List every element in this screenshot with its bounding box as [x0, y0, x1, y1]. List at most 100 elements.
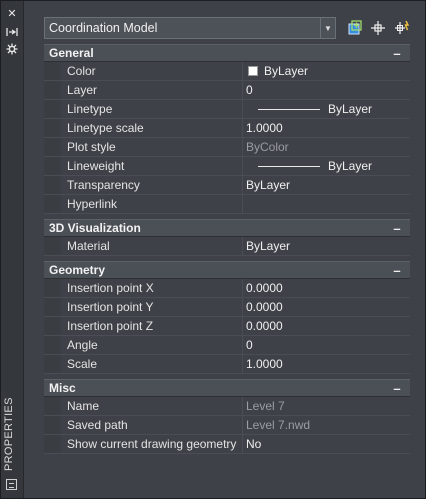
- property-value-text: ByColor: [246, 140, 289, 154]
- property-name: Material: [61, 237, 243, 255]
- row-gutter: [44, 237, 61, 255]
- property-value-text: 0.0000: [246, 319, 283, 333]
- row-gutter: [44, 100, 61, 118]
- property-row[interactable]: Plot style ByColor: [44, 138, 410, 157]
- toggle-pickadd-icon[interactable]: [392, 18, 412, 38]
- property-row[interactable]: Lineweight ByLayer: [44, 157, 410, 176]
- property-value-text: 1.0000: [246, 357, 283, 371]
- collapse-icon[interactable]: –: [390, 46, 404, 61]
- property-name: Insertion point Y: [61, 298, 243, 316]
- collapse-icon[interactable]: –: [390, 263, 404, 278]
- property-name: Scale: [61, 355, 243, 373]
- property-value-text: ByLayer: [246, 239, 291, 253]
- property-value[interactable]: 0: [243, 336, 410, 354]
- palette-title-bar[interactable]: ✕ PROPERTIES: [1, 1, 24, 498]
- property-value[interactable]: 0.0000: [243, 298, 410, 316]
- section-header[interactable]: General –: [44, 44, 410, 62]
- row-gutter: [44, 279, 61, 297]
- property-value[interactable]: 0.0000: [243, 317, 410, 335]
- row-gutter: [44, 119, 61, 137]
- property-value-text: No: [246, 437, 262, 451]
- property-name: Plot style: [61, 138, 243, 156]
- property-row[interactable]: Insertion point X 0.0000: [44, 279, 410, 298]
- property-row[interactable]: Layer 0: [44, 81, 410, 100]
- property-row[interactable]: Angle 0: [44, 336, 410, 355]
- section-header[interactable]: Misc –: [44, 379, 410, 397]
- property-value-text: ByLayer: [328, 102, 373, 116]
- property-value[interactable]: 1.0000: [243, 119, 410, 137]
- property-value-text: Level 7: [246, 399, 285, 413]
- property-row[interactable]: Insertion point Y 0.0000: [44, 298, 410, 317]
- palette-menu-icon[interactable]: [6, 479, 17, 490]
- properties-palette: ✕ PROPERTIES Coordination Model ▼ Genera…: [0, 0, 426, 499]
- property-value-text: 0.0000: [246, 300, 283, 314]
- property-name: Linetype: [61, 100, 243, 118]
- object-type-value: Coordination Model: [49, 21, 158, 35]
- property-row[interactable]: Material ByLayer: [44, 237, 410, 256]
- palette-title: PROPERTIES: [3, 397, 15, 471]
- color-swatch: [248, 66, 258, 76]
- property-name: Color: [61, 62, 243, 80]
- property-row[interactable]: Hyperlink: [44, 195, 410, 214]
- property-value[interactable]: [243, 195, 410, 213]
- row-gutter: [44, 336, 61, 354]
- property-name: Layer: [61, 81, 243, 99]
- selection-toolbar: Coordination Model ▼: [44, 17, 414, 41]
- row-gutter: [44, 355, 61, 373]
- property-value[interactable]: 0: [243, 81, 410, 99]
- property-value-text: ByLayer: [328, 159, 373, 173]
- property-value[interactable]: No: [243, 435, 410, 453]
- property-value: Level 7.nwd: [243, 416, 410, 434]
- section-header[interactable]: 3D Visualization –: [44, 219, 410, 237]
- property-value-text: Level 7.nwd: [246, 418, 311, 432]
- property-row[interactable]: Transparency ByLayer: [44, 176, 410, 195]
- property-value-text: 0: [246, 83, 253, 97]
- property-value-text: 0: [246, 338, 253, 352]
- row-gutter: [44, 62, 61, 80]
- property-value[interactable]: ByLayer: [243, 176, 410, 194]
- section-title: 3D Visualization: [49, 221, 141, 235]
- property-value[interactable]: ByLayer: [243, 100, 410, 118]
- quick-select-icon[interactable]: [344, 18, 364, 38]
- property-row[interactable]: Color ByLayer: [44, 62, 410, 81]
- row-gutter: [44, 397, 61, 415]
- line-preview: [258, 165, 320, 167]
- chevron-down-icon[interactable]: ▼: [320, 18, 335, 38]
- property-value[interactable]: ByLayer: [243, 237, 410, 255]
- row-gutter: [44, 138, 61, 156]
- row-gutter: [44, 298, 61, 316]
- property-row[interactable]: Scale 1.0000: [44, 355, 410, 374]
- property-grid: General – Color ByLayer Layer 0 Linetype ByLaye…: [44, 44, 410, 454]
- property-value[interactable]: 0.0000: [243, 279, 410, 297]
- property-value[interactable]: ByLayer: [243, 62, 410, 80]
- section-title: General: [49, 46, 94, 60]
- property-value-text: ByLayer: [246, 178, 291, 192]
- property-value[interactable]: ByLayer: [243, 157, 410, 175]
- select-objects-icon[interactable]: [368, 18, 388, 38]
- collapse-icon[interactable]: –: [390, 381, 404, 396]
- property-name: Saved path: [61, 416, 243, 434]
- property-name: Angle: [61, 336, 243, 354]
- property-row[interactable]: Insertion point Z 0.0000: [44, 317, 410, 336]
- section-header[interactable]: Geometry –: [44, 261, 410, 279]
- property-row[interactable]: Linetype ByLayer: [44, 100, 410, 119]
- property-name: Insertion point X: [61, 279, 243, 297]
- property-value-text: 1.0000: [246, 121, 283, 135]
- properties-settings-icon[interactable]: [4, 42, 20, 56]
- close-icon[interactable]: ✕: [4, 7, 20, 21]
- row-gutter: [44, 435, 61, 453]
- section-title: Geometry: [49, 263, 106, 277]
- property-row[interactable]: Show current drawing geometry No: [44, 435, 410, 454]
- property-value: ByColor: [243, 138, 410, 156]
- property-row[interactable]: Saved path Level 7.nwd: [44, 416, 410, 435]
- collapse-icon[interactable]: –: [390, 221, 404, 236]
- row-gutter: [44, 416, 61, 434]
- object-type-select[interactable]: Coordination Model ▼: [44, 17, 336, 39]
- autohide-icon[interactable]: [4, 25, 20, 39]
- property-row[interactable]: Linetype scale 1.0000: [44, 119, 410, 138]
- row-gutter: [44, 317, 61, 335]
- property-row[interactable]: Name Level 7: [44, 397, 410, 416]
- row-gutter: [44, 195, 61, 213]
- property-value[interactable]: 1.0000: [243, 355, 410, 373]
- property-value-text: ByLayer: [264, 64, 309, 78]
